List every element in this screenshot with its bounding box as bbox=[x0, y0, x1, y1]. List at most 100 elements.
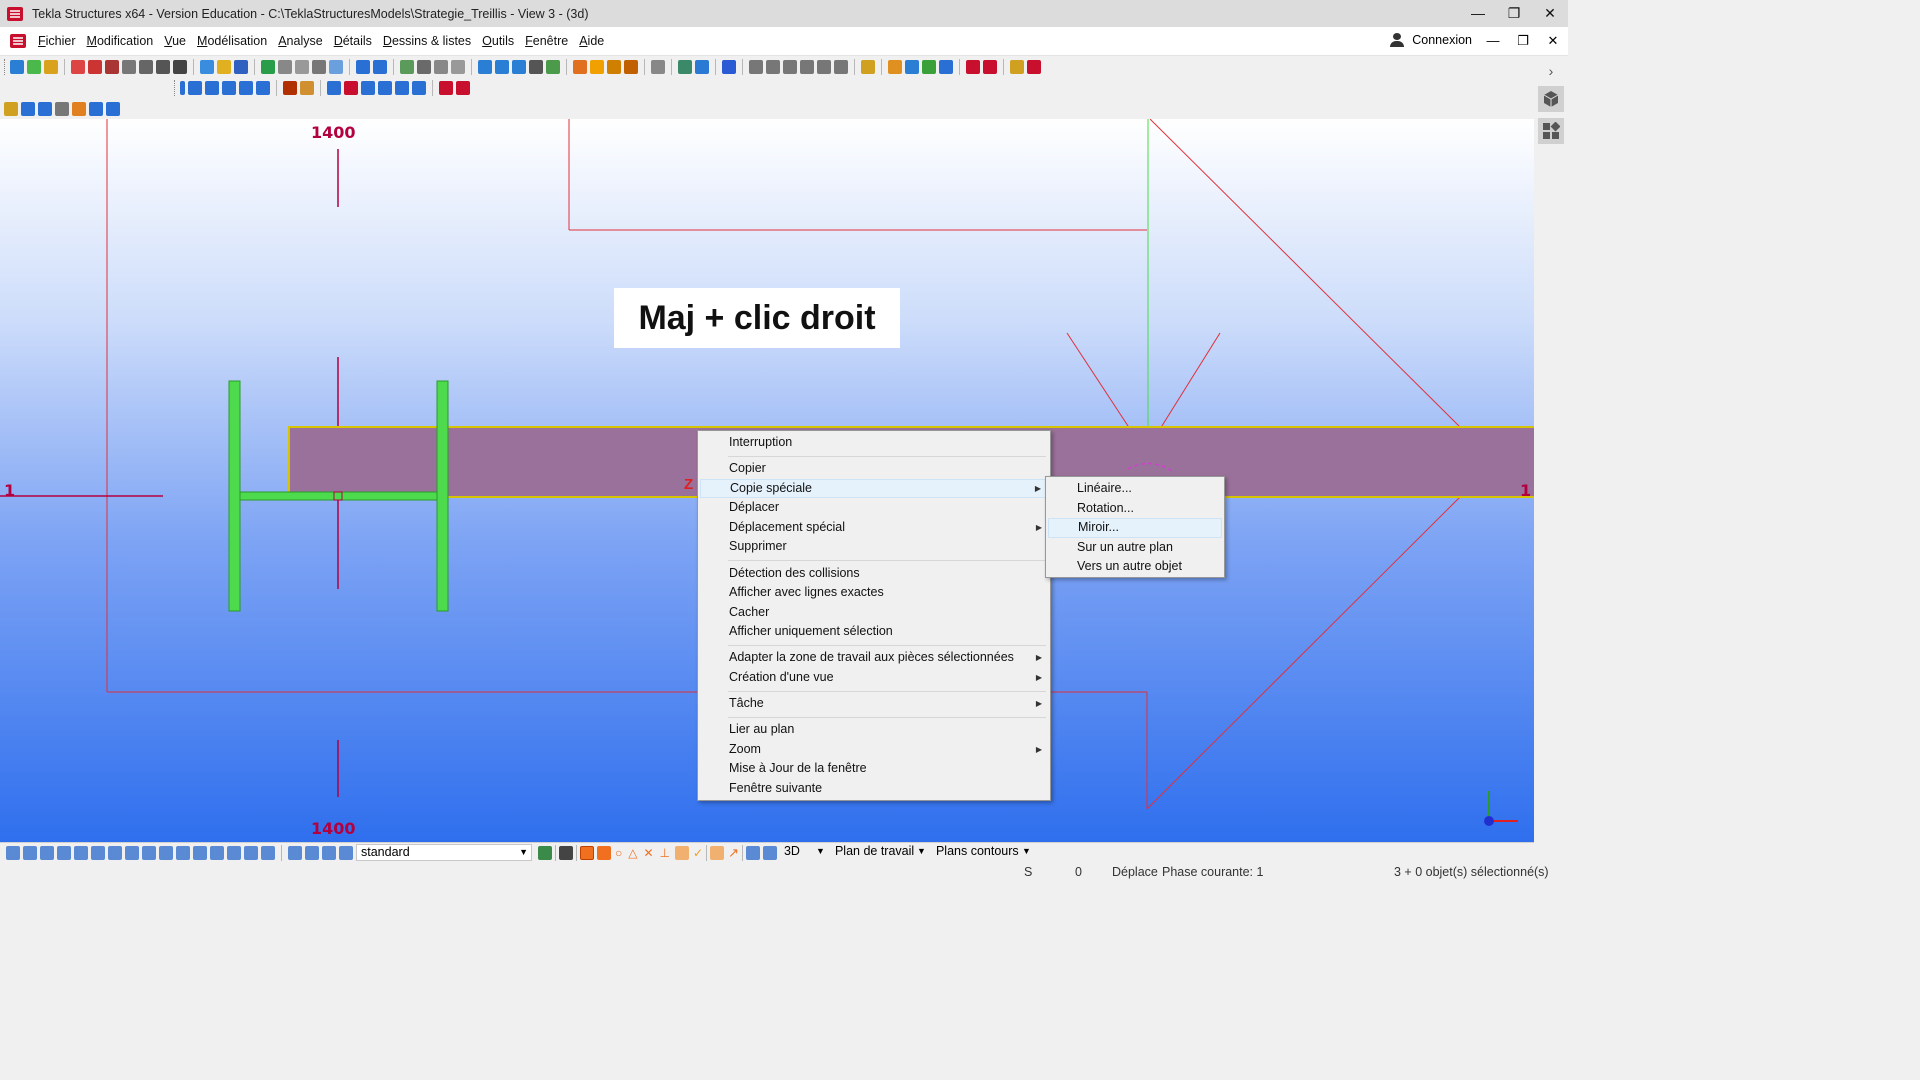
ctx-deplacer[interactable]: Déplacer bbox=[700, 498, 1048, 518]
menu-vue[interactable]: Vue bbox=[164, 34, 186, 48]
catalog-icon[interactable] bbox=[695, 60, 709, 74]
sub-autre-objet[interactable]: Vers un autre objet bbox=[1048, 557, 1222, 577]
menu-dessins-listes[interactable]: Dessins & listes bbox=[383, 34, 471, 48]
ctx-lier-plan[interactable]: Lier au plan bbox=[700, 720, 1048, 740]
pan-icon[interactable] bbox=[106, 102, 120, 116]
selection-filter-select[interactable]: standard ▼ bbox=[356, 844, 532, 861]
inquire-icon[interactable] bbox=[651, 60, 665, 74]
ctx-mise-a-jour-fenetre[interactable]: Mise à Jour de la fenêtre bbox=[700, 759, 1048, 779]
cut-tool-icon[interactable] bbox=[439, 81, 453, 95]
tekla-menu-logo-icon[interactable] bbox=[8, 31, 28, 51]
work-plane-select[interactable]: Plan de travail ▼ bbox=[831, 844, 929, 861]
expand-panel-button[interactable]: › bbox=[1538, 58, 1564, 84]
view-icon[interactable] bbox=[478, 60, 492, 74]
properties-panel-button[interactable] bbox=[1538, 86, 1564, 112]
lock-icon[interactable] bbox=[1010, 60, 1024, 74]
ctx-copier[interactable]: Copier bbox=[700, 459, 1048, 479]
detail-icon[interactable] bbox=[173, 60, 187, 74]
applications-icon[interactable] bbox=[1027, 60, 1041, 74]
save-icon[interactable] bbox=[234, 60, 248, 74]
select-loads-icon[interactable] bbox=[176, 845, 190, 860]
curved-beam-tool-icon[interactable] bbox=[222, 81, 236, 95]
ctx-adapter-zone-travail[interactable]: Adapter la zone de travail aux pièces sé… bbox=[700, 648, 1048, 668]
snap-perpendicular-icon[interactable]: ⊥ bbox=[660, 846, 670, 860]
snap-line-extension-icon[interactable] bbox=[675, 845, 689, 860]
snap-end-icon[interactable] bbox=[766, 60, 780, 74]
select-components-icon[interactable] bbox=[193, 845, 207, 860]
minimize-button[interactable]: — bbox=[1460, 0, 1496, 27]
organizer-icon[interactable] bbox=[922, 60, 936, 74]
weld-icon[interactable] bbox=[139, 60, 153, 74]
select-planes-icon[interactable] bbox=[244, 845, 258, 860]
snap-arrow-icon[interactable]: ↗ bbox=[728, 845, 739, 861]
properties-icon[interactable] bbox=[4, 102, 18, 116]
ctx-creation-vue[interactable]: Création d'une vue ▶ bbox=[700, 668, 1048, 688]
drag-drop-icon[interactable] bbox=[559, 845, 573, 860]
ctx-copie-speciale[interactable]: Copie spéciale ▶ bbox=[700, 478, 1048, 499]
select-parts-icon[interactable] bbox=[23, 845, 37, 860]
folder-icon[interactable] bbox=[217, 60, 231, 74]
view-grid-icon[interactable] bbox=[38, 102, 52, 116]
plate-tool-icon[interactable] bbox=[239, 81, 253, 95]
select-in-components-icon[interactable] bbox=[305, 845, 319, 860]
h-profile-flange-left[interactable] bbox=[228, 380, 241, 612]
beam-icon[interactable] bbox=[88, 60, 102, 74]
select-task-icon[interactable] bbox=[339, 845, 353, 860]
drawing-list-icon[interactable] bbox=[590, 60, 604, 74]
doc-restore-button[interactable]: ❐ bbox=[1508, 27, 1538, 55]
plate-icon[interactable] bbox=[105, 60, 119, 74]
new-model-icon[interactable] bbox=[10, 60, 24, 74]
view-3d-icon[interactable] bbox=[512, 60, 526, 74]
measure-icon[interactable] bbox=[861, 60, 875, 74]
menu-fichier[interactable]: Fichier bbox=[38, 34, 76, 48]
snap-intersect-icon[interactable] bbox=[800, 60, 814, 74]
move-icon[interactable] bbox=[417, 60, 431, 74]
select-gridline-icon[interactable] bbox=[91, 845, 105, 860]
line-tool-icon[interactable] bbox=[327, 81, 341, 95]
load-icon[interactable] bbox=[966, 60, 980, 74]
phase-icon[interactable] bbox=[905, 60, 919, 74]
select-points-icon[interactable] bbox=[57, 845, 71, 860]
grid-icon[interactable] bbox=[27, 60, 41, 74]
select-welds-icon[interactable] bbox=[108, 845, 122, 860]
layout-icon[interactable] bbox=[939, 60, 953, 74]
menu-modelisation[interactable]: Modélisation bbox=[197, 34, 267, 48]
select-reference-icon[interactable] bbox=[227, 845, 241, 860]
filter-icon[interactable] bbox=[55, 102, 69, 116]
snap-any-icon[interactable]: ✓ bbox=[693, 846, 703, 860]
select-cuts-icon[interactable] bbox=[125, 845, 139, 860]
arc-tool-icon[interactable] bbox=[412, 81, 426, 95]
bolt-icon[interactable] bbox=[122, 60, 136, 74]
sub-autre-plan[interactable]: Sur un autre plan bbox=[1048, 538, 1222, 558]
sub-rotation[interactable]: Rotation... bbox=[1048, 499, 1222, 519]
close-button[interactable]: ✕ bbox=[1532, 0, 1568, 27]
snap-override-icon[interactable] bbox=[710, 845, 725, 860]
angle-tool-icon[interactable] bbox=[361, 81, 375, 95]
select-grid-icon[interactable] bbox=[74, 845, 88, 860]
snap-icon[interactable] bbox=[749, 60, 763, 74]
view-plane-icon[interactable] bbox=[495, 60, 509, 74]
ctx-tache[interactable]: Tâche ▶ bbox=[700, 694, 1048, 714]
select-views-icon[interactable] bbox=[142, 845, 156, 860]
snap-intersection-icon[interactable]: ✕ bbox=[643, 846, 653, 860]
cloud-icon[interactable] bbox=[278, 60, 292, 74]
restore-button[interactable]: ❐ bbox=[1496, 0, 1532, 27]
sub-lineaire[interactable]: Linéaire... bbox=[1048, 479, 1222, 499]
doc-minimize-button[interactable]: — bbox=[1478, 27, 1508, 55]
ctx-fenetre-suivante[interactable]: Fenêtre suivante bbox=[700, 779, 1048, 799]
help-icon[interactable] bbox=[722, 60, 736, 74]
snap-nearest-icon[interactable]: ○ bbox=[615, 846, 622, 860]
select-pour-icon[interactable] bbox=[261, 845, 275, 860]
export-icon[interactable] bbox=[329, 60, 343, 74]
view-mode-select[interactable]: 3D ▼ bbox=[780, 844, 828, 861]
menu-analyse[interactable]: Analyse bbox=[278, 34, 322, 48]
column-icon[interactable] bbox=[71, 60, 85, 74]
clash-check-icon[interactable] bbox=[888, 60, 902, 74]
menu-outils[interactable]: Outils bbox=[482, 34, 514, 48]
select-in-assemblies-icon[interactable] bbox=[322, 845, 336, 860]
snap-geometry-icon[interactable] bbox=[597, 845, 611, 860]
contour-planes-select[interactable]: Plans contours ▼ bbox=[932, 844, 1034, 861]
snap-depth-icon[interactable] bbox=[762, 845, 777, 860]
open-icon[interactable] bbox=[44, 60, 58, 74]
beam-tool-icon[interactable] bbox=[188, 81, 202, 95]
